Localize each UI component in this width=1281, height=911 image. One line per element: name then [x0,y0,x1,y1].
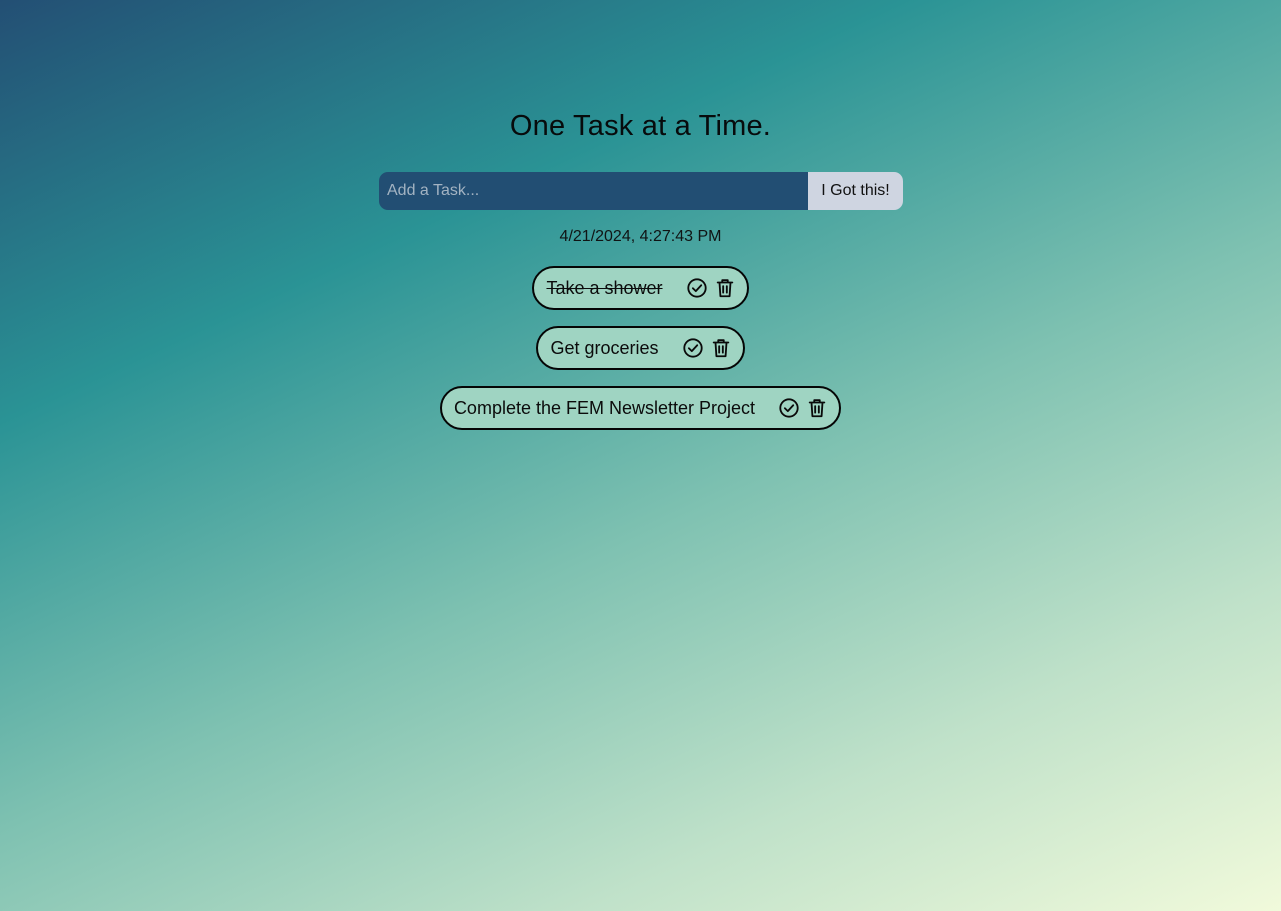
check-circle-icon[interactable] [777,396,801,420]
trash-icon[interactable] [713,276,737,300]
task-list: Take a shower Get groceries Complete the… [0,266,1281,430]
task-item: Get groceries [536,326,745,370]
app-root: One Task at a Time. I Got this! 4/21/202… [0,0,1281,911]
trash-icon[interactable] [709,336,733,360]
add-task-form: I Got this! [379,172,903,210]
check-circle-icon[interactable] [685,276,709,300]
task-item: Complete the FEM Newsletter Project [439,386,842,430]
task-label: Get groceries [550,337,659,358]
task-label: Take a shower [546,277,663,298]
task-label: Complete the FEM Newsletter Project [453,397,756,418]
page-title: One Task at a Time. [509,110,772,142]
check-circle-icon[interactable] [681,336,705,360]
task-input[interactable] [379,172,808,210]
trash-icon[interactable] [805,396,829,420]
current-datetime: 4/21/2024, 4:27:43 PM [559,228,722,245]
add-task-button[interactable]: I Got this! [808,172,903,210]
task-item: Take a shower [532,266,749,310]
